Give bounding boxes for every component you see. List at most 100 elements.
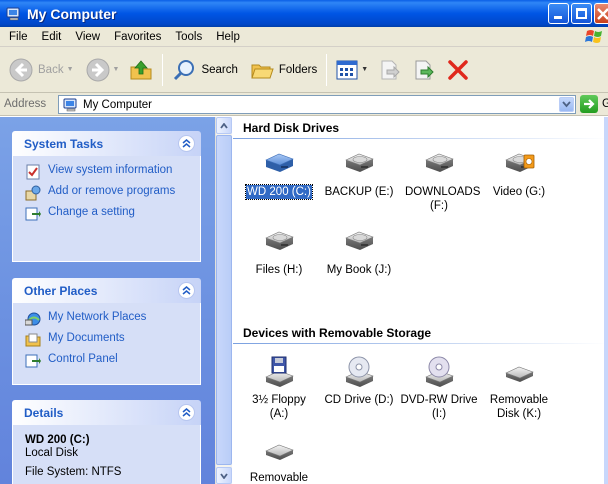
task-add-remove-programs[interactable]: Add or remove programs <box>25 185 190 201</box>
address-dropdown-button[interactable] <box>559 97 574 112</box>
collapse-system-tasks-button[interactable] <box>178 135 195 152</box>
go-button[interactable]: Go <box>580 95 608 113</box>
menu-tools[interactable]: Tools <box>169 31 210 43</box>
menu-help[interactable]: Help <box>210 31 248 43</box>
drive-label: My Book (J:) <box>326 264 392 276</box>
go-label: Go <box>602 98 608 110</box>
scroll-down-button[interactable] <box>216 467 232 484</box>
drive-item-e[interactable]: BACKUP (E:) <box>318 147 400 199</box>
details-item-type: Local Disk <box>25 447 79 459</box>
other-places-header[interactable]: Other Places <box>12 278 201 303</box>
place-label: My Documents <box>48 332 125 344</box>
drive-item-j[interactable]: My Book (J:) <box>318 225 400 277</box>
drive-label: DVD-RW Drive (I:) <box>400 394 478 420</box>
maximize-icon <box>576 8 587 19</box>
window-title: My Computer <box>27 5 117 22</box>
drive-label: WD 200 (C:) <box>245 184 313 200</box>
drive-item-k[interactable]: Removable Disk (K:) <box>478 355 560 421</box>
scroll-thumb[interactable] <box>216 135 232 465</box>
collapse-details-button[interactable] <box>178 404 195 421</box>
folders-button[interactable]: Folders <box>247 52 320 88</box>
media-drive-icon <box>502 147 535 181</box>
toolbar-separator <box>326 53 328 86</box>
search-button[interactable]: Search <box>169 52 240 88</box>
task-label: Add or remove programs <box>48 185 176 197</box>
menu-favorites[interactable]: Favorites <box>108 31 169 43</box>
views-button[interactable]: ▼ <box>333 52 371 88</box>
move-to-icon <box>381 60 400 79</box>
drive-label: Removable <box>249 472 309 484</box>
copy-to-button[interactable] <box>409 52 439 88</box>
drive-item-f[interactable]: DOWNLOADS (F:) <box>398 147 480 213</box>
file-view: Hard Disk Drives WD 200 (C:) BACKUP (E:)… <box>233 117 608 484</box>
minimize-button[interactable] <box>548 3 569 24</box>
forward-dropdown-icon[interactable]: ▼ <box>113 66 120 73</box>
file-view-scrollbar[interactable] <box>604 117 608 484</box>
details-file-system: File System: NTFS <box>25 466 122 478</box>
task-view-system-information[interactable]: View system information <box>25 164 190 180</box>
task-label: View system information <box>48 164 173 176</box>
place-label: Control Panel <box>48 353 118 365</box>
toolbar-separator <box>162 53 164 86</box>
details-panel: Details WD 200 (C:) Local Disk File Syst… <box>12 400 201 484</box>
forward-button[interactable]: ▼ <box>83 52 123 88</box>
place-control-panel[interactable]: Control Panel <box>25 353 190 369</box>
views-dropdown-icon[interactable]: ▼ <box>361 66 368 73</box>
drive-item-g[interactable]: Video (G:) <box>478 147 560 199</box>
chevron-down-icon <box>220 472 228 479</box>
hard-drive-icon <box>262 225 296 259</box>
system-drive-icon <box>262 147 296 181</box>
back-dropdown-icon[interactable]: ▼ <box>67 66 74 73</box>
place-my-network-places[interactable]: My Network Places <box>25 311 190 327</box>
drive-item-removable[interactable]: Removable <box>238 433 320 484</box>
address-value: My Computer <box>83 98 153 111</box>
up-folder-button[interactable] <box>126 52 156 88</box>
menu-file[interactable]: File <box>3 31 36 43</box>
place-my-documents[interactable]: My Documents <box>25 332 190 348</box>
my-documents-icon <box>25 333 41 347</box>
title-bar[interactable]: My Computer <box>0 0 608 27</box>
drive-item-d[interactable]: CD Drive (D:) <box>318 355 400 407</box>
place-label: My Network Places <box>48 311 147 323</box>
chevron-up-icon <box>182 286 191 295</box>
minimize-icon <box>554 16 562 19</box>
address-field[interactable]: My Computer <box>58 95 576 114</box>
task-pane-scrollbar[interactable] <box>215 117 232 484</box>
system-tasks-header[interactable]: System Tasks <box>12 131 201 156</box>
group-divider <box>233 138 608 139</box>
drive-item-c[interactable]: WD 200 (C:) <box>238 147 320 200</box>
chevron-up-icon <box>182 139 191 148</box>
removable-disk-icon <box>265 444 294 460</box>
up-folder-icon <box>130 59 152 79</box>
menu-bar: File Edit View Favorites Tools Help <box>0 27 608 47</box>
control-panel-icon <box>25 354 41 368</box>
drive-item-h[interactable]: Files (H:) <box>238 225 320 277</box>
maximize-button[interactable] <box>571 3 592 24</box>
chevron-up-icon <box>182 408 191 417</box>
views-icon <box>336 60 358 79</box>
scroll-up-button[interactable] <box>216 117 232 134</box>
folders-label: Folders <box>278 63 318 76</box>
hard-drive-icon <box>342 225 376 259</box>
task-change-a-setting[interactable]: Change a setting <box>25 206 190 222</box>
system-info-icon <box>26 164 40 180</box>
close-button[interactable] <box>594 3 608 24</box>
drive-item-a[interactable]: 3½ Floppy (A:) <box>238 355 320 421</box>
close-icon <box>597 8 608 20</box>
menu-view[interactable]: View <box>69 31 108 43</box>
control-panel-icon <box>25 207 41 221</box>
my-computer-icon <box>6 7 20 20</box>
hard-drive-icon <box>422 147 456 181</box>
move-to-button[interactable] <box>375 52 405 88</box>
back-button[interactable]: Back ▼ <box>6 52 77 88</box>
menu-edit[interactable]: Edit <box>36 31 70 43</box>
drive-item-i[interactable]: DVD-RW Drive (I:) <box>398 355 480 421</box>
dvd-drive-icon <box>425 356 454 387</box>
chevron-down-icon <box>562 101 571 108</box>
delete-button[interactable] <box>443 52 473 88</box>
drive-label: DOWNLOADS (F:) <box>405 186 481 212</box>
back-arrow-icon <box>9 58 33 81</box>
details-header[interactable]: Details <box>12 400 201 425</box>
collapse-other-places-button[interactable] <box>178 282 195 299</box>
standard-toolbar: Back ▼ ▼ Search Folders ▼ <box>0 47 608 93</box>
